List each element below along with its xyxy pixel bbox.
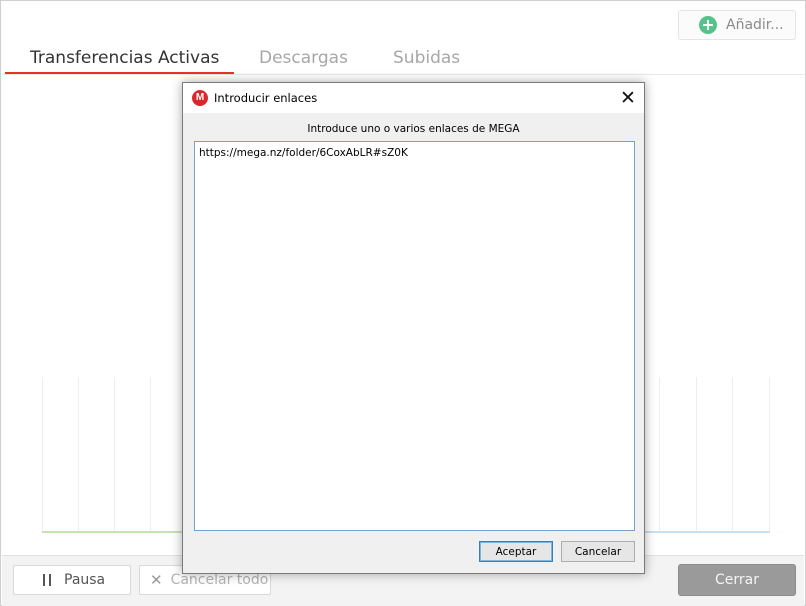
close-x-icon: ✕	[150, 571, 163, 589]
add-transfer-button[interactable]: Añadir...	[678, 10, 796, 40]
enter-links-dialog: M Introducir enlaces ✕ Introduce uno o v…	[182, 82, 645, 574]
graph-gridline	[78, 377, 79, 531]
graph-gridline	[769, 377, 770, 531]
graph-gridline	[696, 377, 697, 531]
dialog-close-icon[interactable]: ✕	[615, 85, 641, 111]
pause-label: Pausa	[64, 572, 106, 588]
dialog-titlebar[interactable]: M Introducir enlaces ✕	[183, 83, 644, 113]
plus-circle-icon	[699, 16, 717, 34]
links-textarea[interactable]: https://mega.nz/folder/6CoxAbLR#sZ0K	[194, 141, 635, 531]
dialog-prompt: Introduce uno o varios enlaces de MEGA	[307, 123, 520, 135]
tab-divider	[2, 74, 804, 75]
close-label: Cerrar	[715, 572, 759, 588]
graph-gridline	[659, 377, 660, 531]
pause-button[interactable]: Pausa	[13, 565, 131, 595]
transfer-manager-window: Añadir... Transferencias Activas Descarg…	[0, 0, 806, 606]
upload-speed-line	[642, 531, 770, 533]
graph-gridline	[732, 377, 733, 531]
mega-logo-icon: M	[192, 90, 208, 106]
graph-gridline	[114, 377, 115, 531]
graph-gridline	[150, 377, 151, 531]
tab-active-transfers[interactable]: Transferencias Activas	[30, 48, 219, 68]
accept-button[interactable]: Aceptar	[479, 541, 553, 562]
tab-uploads[interactable]: Subidas	[393, 48, 460, 68]
dialog-title: Introducir enlaces	[214, 91, 318, 105]
tab-downloads[interactable]: Descargas	[259, 48, 348, 68]
pause-icon	[42, 574, 52, 586]
add-transfer-label: Añadir...	[726, 17, 784, 33]
graph-gridline	[42, 377, 43, 531]
cancel-button[interactable]: Cancelar	[561, 541, 635, 562]
cancel-all-label: Cancelar todo	[170, 572, 269, 588]
close-button[interactable]: Cerrar	[678, 564, 796, 596]
